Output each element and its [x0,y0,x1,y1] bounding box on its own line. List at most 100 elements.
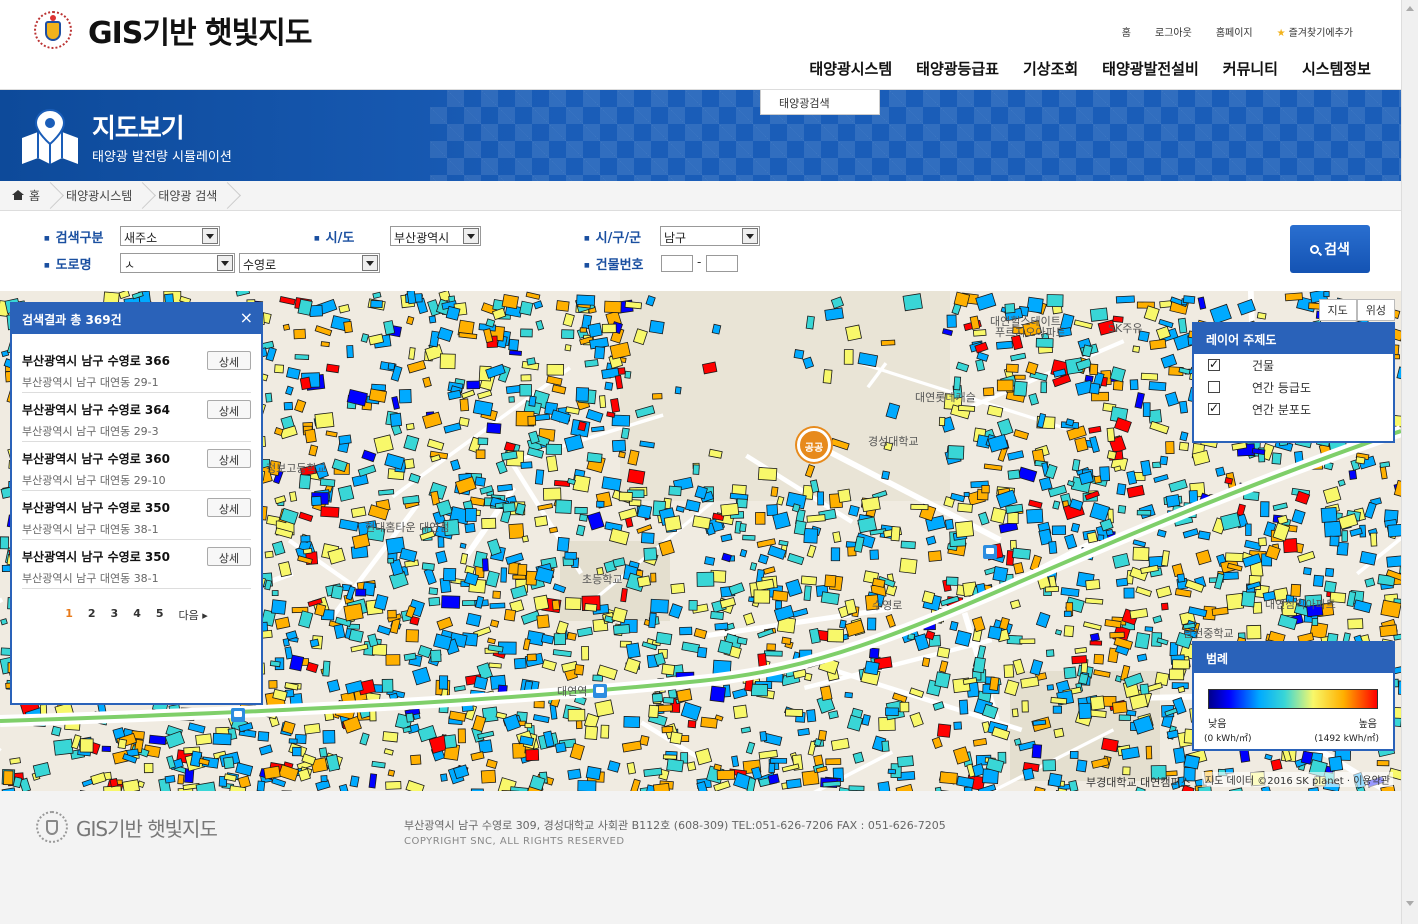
building-footprint[interactable] [1370,532,1378,547]
building-footprint[interactable] [949,620,959,632]
building-footprint[interactable] [1241,590,1256,608]
building-footprint[interactable] [1176,573,1186,583]
building-footprint[interactable] [1140,459,1152,477]
building-footprint[interactable] [235,762,254,777]
building-footprint[interactable] [360,333,370,343]
building-footprint[interactable] [739,522,747,533]
building-footprint[interactable] [1089,502,1110,522]
building-footprint[interactable] [338,434,352,445]
building-footprint[interactable] [787,552,805,566]
building-footprint[interactable] [656,704,673,713]
building-footprint[interactable] [1156,529,1167,538]
building-footprint[interactable] [519,384,532,397]
building-footprint[interactable] [223,756,235,770]
building-footprint[interactable] [900,540,916,550]
building-footprint[interactable] [720,502,740,517]
building-footprint[interactable] [561,329,575,339]
building-footprint[interactable] [983,463,1003,471]
building-footprint[interactable] [1013,429,1030,441]
building-footprint[interactable] [1132,546,1150,562]
building-footprint[interactable] [640,532,655,544]
building-footprint[interactable] [1177,685,1186,694]
building-footprint[interactable] [299,376,312,391]
building-footprint[interactable] [578,513,588,522]
search-button[interactable]: 검색 [1290,225,1370,273]
building-footprint[interactable] [438,675,449,690]
building-footprint[interactable] [604,381,614,391]
building-footprint[interactable] [1291,509,1306,525]
building-footprint[interactable] [513,657,527,670]
building-footprint[interactable] [1177,317,1188,334]
building-footprint[interactable] [1074,436,1089,453]
building-footprint[interactable] [1115,577,1129,587]
building-footprint[interactable] [1046,294,1064,308]
building-footprint[interactable] [1136,509,1152,516]
building-footprint[interactable] [273,427,284,437]
building-footprint[interactable] [320,775,328,783]
building-footprint[interactable] [1009,599,1021,610]
building-footprint[interactable] [675,505,685,513]
detail-button[interactable]: 상세 [207,498,251,517]
building-footprint[interactable] [1093,475,1102,484]
building-footprint[interactable] [1113,417,1132,433]
building-footprint[interactable] [885,707,899,716]
building-footprint[interactable] [693,627,708,640]
building-footprint[interactable] [1320,506,1338,523]
building-footprint[interactable] [389,412,403,427]
building-footprint[interactable] [772,590,789,602]
building-footprint[interactable] [521,535,529,543]
building-footprint[interactable] [927,550,942,562]
building-footprint[interactable] [303,723,321,735]
building-footprint[interactable] [297,298,313,316]
building-footprint[interactable] [1089,709,1107,719]
building-footprint[interactable] [1329,535,1340,547]
building-footprint[interactable] [1159,300,1173,309]
building-footprint[interactable] [684,499,701,513]
building-footprint[interactable] [878,716,896,732]
building-footprint[interactable] [412,666,431,686]
building-footprint[interactable] [466,380,480,390]
building-footprint[interactable] [1160,353,1178,369]
building-footprint[interactable] [289,491,298,502]
building-footprint[interactable] [465,612,482,627]
building-footprint[interactable] [373,594,389,611]
building-footprint[interactable] [852,751,865,764]
page-scrollbar[interactable] [1401,0,1418,924]
building-footprint[interactable] [650,572,657,583]
building-footprint[interactable] [881,470,891,480]
building-footprint[interactable] [542,487,562,501]
building-footprint[interactable] [1155,585,1172,599]
building-footprint[interactable] [1063,625,1075,638]
building-footprint[interactable] [687,720,697,729]
building-footprint[interactable] [1071,655,1088,665]
building-footprint[interactable] [279,296,296,306]
building-footprint[interactable] [1359,550,1377,566]
building-footprint[interactable] [713,763,722,771]
building-footprint[interactable] [1068,780,1079,791]
building-footprint[interactable] [704,556,716,566]
building-footprint[interactable] [459,542,467,549]
building-footprint[interactable] [261,629,273,639]
building-footprint[interactable] [508,350,522,356]
detail-button[interactable]: 상세 [207,351,251,370]
building-footprint[interactable] [526,357,536,366]
building-footprint[interactable] [1346,590,1357,607]
building-footprint[interactable] [576,294,596,306]
building-footprint[interactable] [732,704,748,720]
building-footprint[interactable] [830,547,841,562]
building-footprint[interactable] [405,605,417,619]
building-footprint[interactable] [1014,374,1026,380]
building-footprint[interactable] [869,549,879,560]
building-footprint[interactable] [711,323,722,335]
building-footprint[interactable] [936,723,952,738]
util-home-link[interactable]: 홈 [1122,24,1131,39]
building-footprint[interactable] [742,534,756,541]
building-footprint[interactable] [1074,646,1088,654]
building-footprint[interactable] [1017,466,1038,483]
building-footprint[interactable] [716,769,736,781]
building-footprint[interactable] [661,663,676,676]
building-footprint[interactable] [450,459,461,471]
building-footprint[interactable] [990,507,1007,524]
result-item[interactable]: 부산광역시 남구 수영로 366 부산광역시 남구 대연동 29-1 상세 [22,344,251,393]
building-footprint[interactable] [1085,597,1104,605]
